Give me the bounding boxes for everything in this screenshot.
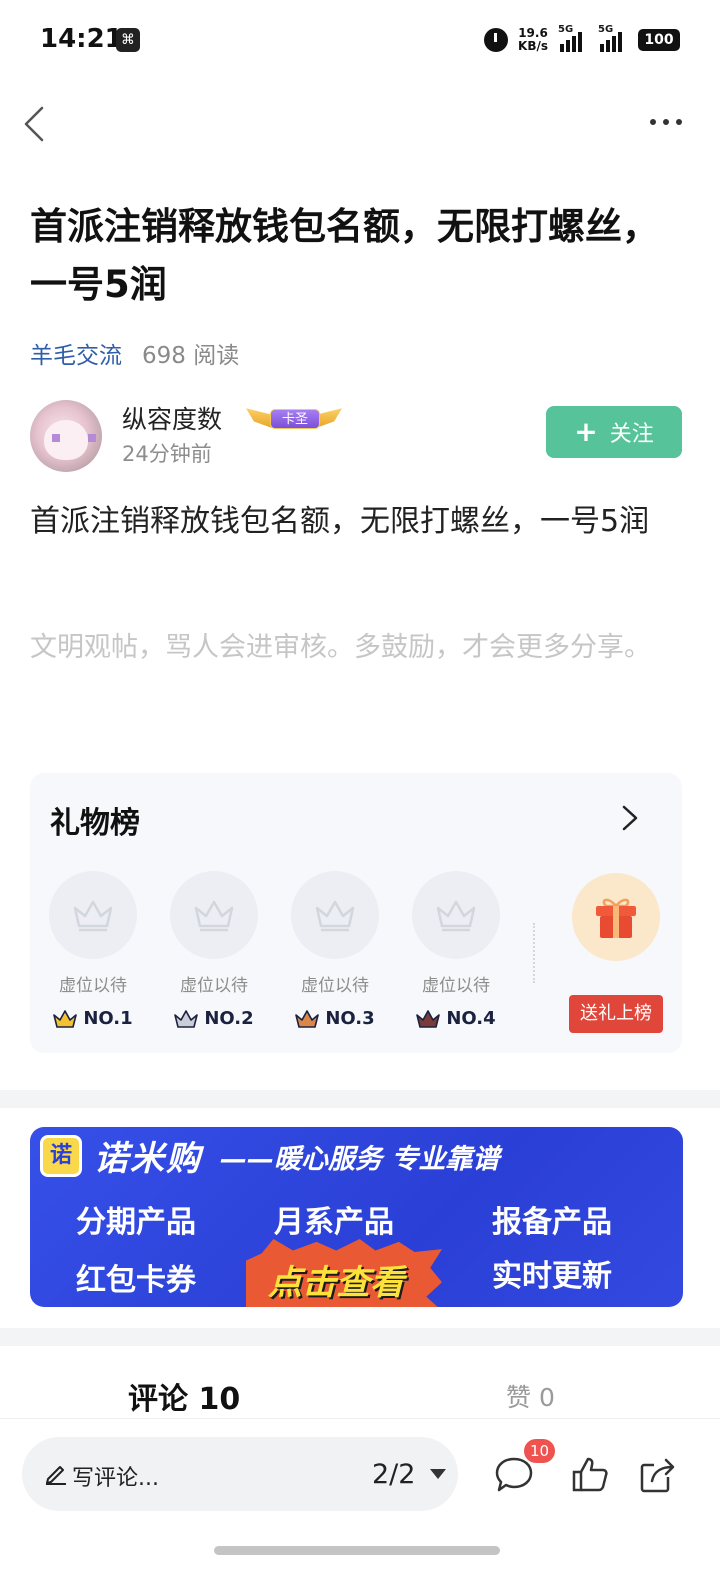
slot-rank: NO.1	[47, 1008, 139, 1029]
post-meta: 羊毛交流 698 阅读	[30, 336, 239, 370]
tab-comments[interactable]: 评论 10	[128, 1374, 240, 1418]
ad-banner[interactable]: 诺 诺米购 ——暖心服务 专业靠谱 分期产品 月系产品 报备产品 红包卡券 实时…	[30, 1127, 683, 1307]
empty-crown-icon	[170, 871, 258, 959]
plus-icon: +	[574, 415, 598, 448]
slot-placeholder: 虚位以待	[59, 976, 127, 996]
banner-item: 分期产品	[76, 1205, 196, 1240]
signal-icon: 5G	[598, 24, 628, 52]
home-indicator[interactable]	[214, 1546, 500, 1555]
banner-item: 报备产品	[492, 1205, 612, 1240]
net-speed-unit: KB/s	[518, 39, 548, 53]
banner-logo: 诺	[40, 1135, 82, 1177]
section-link[interactable]: 羊毛交流	[30, 336, 122, 370]
author-badge: 卡圣	[246, 404, 342, 432]
top-nav	[0, 92, 720, 156]
follow-label: 关注	[609, 422, 654, 447]
section-divider	[0, 1328, 720, 1346]
crown-icon	[53, 1009, 78, 1028]
signal-icon: 5G	[558, 24, 588, 52]
status-indicators: 19.6 KB/s 5G 5G 100	[484, 24, 680, 56]
badge-label: 卡圣	[270, 409, 320, 429]
gift-slot[interactable]: 虚位以待 NO.4	[410, 871, 502, 1029]
slot-placeholder: 虚位以待	[301, 976, 369, 996]
comment-icon[interactable]	[494, 1455, 534, 1495]
share-icon[interactable]	[638, 1455, 678, 1495]
crown-icon	[416, 1009, 441, 1028]
crown-icon	[174, 1009, 199, 1028]
rank-label: NO.3	[325, 1008, 375, 1029]
gift-slot[interactable]: 虚位以待 NO.1	[47, 871, 139, 1029]
bottom-action-bar: 写评论... 2/2 10	[0, 1418, 720, 1528]
comment-placeholder: 写评论...	[72, 1466, 159, 1491]
comment-tabs: 评论 10 赞 0	[0, 1346, 720, 1418]
empty-crown-icon	[291, 871, 379, 959]
alarm-icon	[484, 28, 509, 52]
banner-brand: 诺米购	[94, 1139, 202, 1179]
slot-rank: NO.4	[410, 1008, 502, 1029]
signal-tag: 5G	[598, 24, 614, 35]
slot-rank: NO.2	[168, 1008, 260, 1029]
badge-wing-left	[246, 408, 272, 428]
comment-input[interactable]: 写评论... 2/2	[22, 1437, 458, 1511]
status-bar: 14:21 ⌘ 19.6 KB/s 5G 5G 100	[0, 0, 720, 80]
read-count: 698 阅读	[142, 343, 240, 369]
battery-icon: 100	[638, 29, 680, 51]
banner-item: 红包卡券	[76, 1263, 196, 1298]
slot-placeholder: 虚位以待	[180, 976, 248, 996]
app-notification-icon: ⌘	[116, 28, 140, 52]
pen-icon	[46, 1466, 66, 1485]
tab-likes[interactable]: 赞 0	[506, 1378, 555, 1414]
gift-board: 礼物榜 虚位以待 NO.1 虚位以待 NO.2 虚位以待 NO.3 虚位以待 N…	[30, 773, 682, 1053]
avatar[interactable]	[30, 400, 102, 472]
gift-slot[interactable]: 虚位以待 NO.2	[168, 871, 260, 1029]
post-title: 首派注销释放钱包名额，无限打螺丝，一号5润	[30, 205, 659, 306]
author-name[interactable]: 纵容度数	[122, 400, 222, 436]
signal-tag: 5G	[558, 24, 574, 35]
comment-count-badge: 10	[524, 1439, 556, 1463]
banner-slogan: ——暖心服务 专业靠谱	[220, 1144, 500, 1175]
gift-board-title: 礼物榜	[50, 806, 140, 841]
gift-slot[interactable]: 虚位以待 NO.3	[289, 871, 381, 1029]
civility-hint: 文明观帖，骂人会进审核。多鼓励，才会更多分享。	[30, 632, 651, 663]
rank-label: NO.4	[446, 1008, 496, 1029]
back-icon[interactable]	[20, 104, 60, 144]
slot-placeholder: 虚位以待	[422, 976, 490, 996]
follow-button[interactable]: + 关注	[546, 406, 682, 458]
thumbs-up-icon[interactable]	[570, 1455, 610, 1495]
divider	[533, 923, 535, 983]
post-time: 24分钟前	[122, 442, 212, 466]
banner-item: 月系产品	[274, 1205, 394, 1240]
gift-box-icon[interactable]	[572, 873, 660, 961]
send-gift-button[interactable]: 送礼上榜	[569, 995, 663, 1033]
empty-crown-icon	[49, 871, 137, 959]
banner-cta: 点击查看	[268, 1263, 404, 1303]
page-counter[interactable]: 2/2	[372, 1459, 415, 1490]
net-speed: 19.6 KB/s	[518, 27, 548, 53]
more-icon[interactable]	[650, 112, 690, 132]
post-body: 首派注销释放钱包名额，无限打螺丝，一号5润	[30, 504, 650, 539]
banner-item: 实时更新	[492, 1259, 612, 1294]
rank-label: NO.1	[83, 1008, 133, 1029]
chevron-down-icon[interactable]	[430, 1469, 446, 1479]
empty-crown-icon	[412, 871, 500, 959]
status-time: 14:21	[40, 24, 123, 54]
section-divider	[0, 1090, 720, 1108]
crown-icon	[295, 1009, 320, 1028]
slot-rank: NO.3	[289, 1008, 381, 1029]
chevron-right-icon[interactable]	[618, 803, 642, 833]
rank-label: NO.2	[204, 1008, 254, 1029]
